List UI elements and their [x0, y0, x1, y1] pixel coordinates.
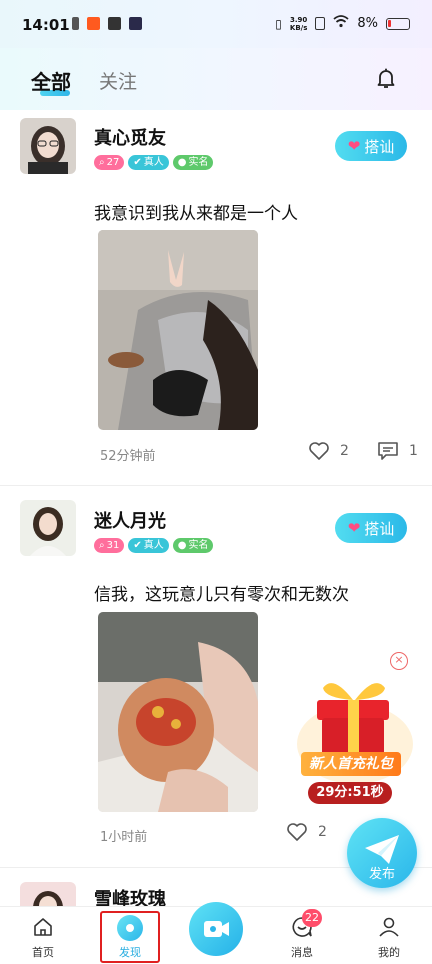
comment-count: 1 [409, 443, 418, 459]
post-image[interactable] [98, 230, 258, 430]
username[interactable]: 真心觅友 [94, 124, 166, 150]
gift-title: 新人首充礼包 [301, 752, 401, 776]
post-image[interactable] [98, 612, 258, 812]
person-icon: ● [177, 157, 187, 168]
like-button[interactable]: 2 [286, 822, 327, 842]
sim-icon [72, 17, 79, 30]
user-badges: ⌕ 27 ✔ 真人 ● 实名 [94, 155, 214, 170]
real-name-badge: ● 实名 [172, 155, 214, 170]
greet-button[interactable]: ❤ 搭讪 [335, 513, 407, 543]
gift-countdown: 29分:51秒 [308, 782, 392, 804]
comment-count-badge: ⌕ 27 [94, 155, 125, 170]
heart-outline-icon [287, 823, 307, 841]
video-camera-button[interactable] [189, 902, 243, 956]
crown-icon [108, 17, 121, 30]
greet-button[interactable]: ❤ 搭讪 [335, 131, 407, 161]
avatar[interactable] [20, 500, 76, 556]
heart-icon: ❤ [347, 519, 361, 537]
home-icon [34, 918, 52, 936]
vibrate-icon: ▯ [275, 16, 282, 31]
post-text: 信我，这玩意儿只有零次和无数次 [94, 585, 349, 605]
wifi-icon [333, 15, 349, 32]
close-icon[interactable]: × [390, 652, 408, 670]
network-speed: 3.90 KB/s [289, 15, 308, 32]
post-time: 1小时前 [100, 830, 148, 845]
video-camera-icon [204, 921, 229, 937]
status-time: 14:01 [22, 16, 70, 34]
tab-all[interactable]: 全部 [31, 66, 71, 95]
comment-icon [378, 442, 398, 460]
heart-outline-icon [309, 442, 329, 460]
battery-percent: 8% [357, 16, 378, 31]
search-icon: ⌕ [99, 157, 105, 168]
nav-label: 我的 [378, 946, 400, 959]
nav-label: 首页 [32, 946, 54, 959]
real-person-badge: ✔ 真人 [128, 538, 169, 553]
status-notification-icons [72, 17, 142, 30]
tab-follow[interactable]: 关注 [99, 67, 137, 94]
avatar[interactable] [20, 118, 76, 174]
app-notification-icon [87, 17, 100, 30]
publish-label: 发布 [368, 867, 395, 882]
nav-home[interactable]: 首页 [13, 907, 73, 964]
post-text: 我意识到我从来都是一个人 [94, 204, 298, 224]
nav-label: 消息 [291, 946, 313, 959]
person-icon: ● [177, 540, 187, 551]
battery-icon [386, 17, 410, 30]
status-right: ▯ 3.90 KB/s 8% [275, 15, 410, 32]
real-name-badge: ● 实名 [172, 538, 214, 553]
like-count: 2 [318, 824, 327, 840]
bell-icon[interactable] [374, 66, 398, 90]
avatar[interactable] [20, 882, 76, 906]
like-count: 2 [340, 443, 349, 459]
check-icon: ✔ [133, 157, 142, 168]
publish-button[interactable]: 发布 [347, 818, 417, 888]
play-icon [129, 17, 142, 30]
real-person-badge: ✔ 真人 [128, 155, 169, 170]
user-badges: ⌕ 31 ✔ 真人 ● 实名 [94, 538, 214, 553]
comment-count-badge: ⌕ 31 [94, 538, 125, 553]
username[interactable]: 迷人月光 [94, 507, 166, 533]
no-sim-icon [315, 17, 326, 30]
like-button[interactable]: 2 [308, 441, 349, 461]
post-time: 52分钟前 [100, 449, 156, 464]
message-count-badge: 22 [302, 909, 322, 927]
profile-icon [379, 917, 399, 937]
highlight-box [100, 911, 160, 963]
nav-profile[interactable]: 我的 [359, 907, 419, 964]
comment-button[interactable]: 1 [377, 441, 418, 461]
check-icon: ✔ [133, 540, 142, 551]
heart-icon: ❤ [347, 137, 361, 155]
search-icon: ⌕ [99, 540, 105, 551]
status-bar: 14:01 ▯ 3.90 KB/s 8% [0, 0, 432, 48]
post-divider [0, 485, 432, 486]
